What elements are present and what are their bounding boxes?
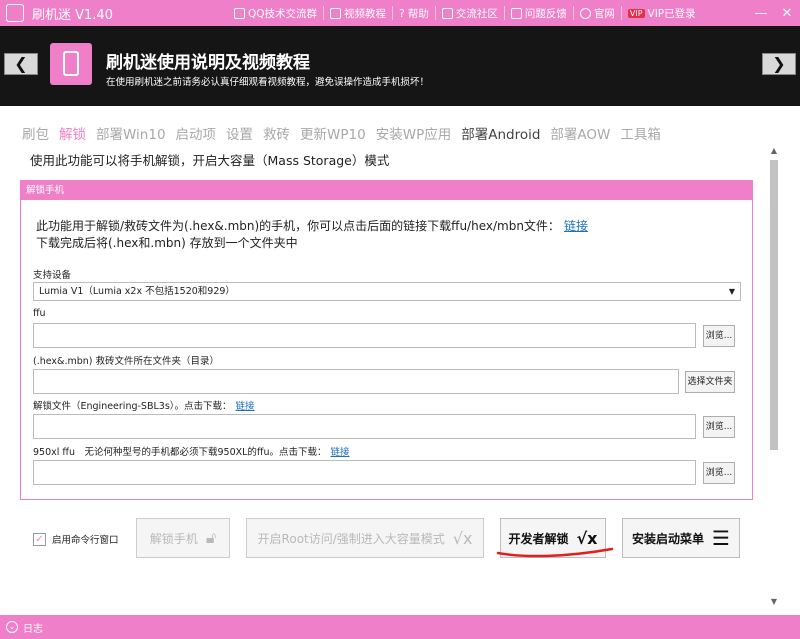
folder-label: (.hex&.mbn) 救砖文件所在文件夹（目录） <box>33 356 220 367</box>
banner: ❮ 刷机迷使用说明及视频教程 在使用刷机迷之前请务必认真仔细观看视频教程，避免误… <box>0 26 800 106</box>
ffu950-link[interactable]: 链接 <box>330 447 349 458</box>
title-bar: 刷机迷 V1.40 QQ技术交流群 视频教程 ? 帮助 交流社区 问题反馈 官网 … <box>0 0 800 26</box>
log-toggle[interactable]: 日志 <box>23 620 43 635</box>
qq-icon <box>234 7 245 19</box>
tab-rescue[interactable]: 救砖 <box>263 123 290 143</box>
red-annotation-underline <box>496 547 614 558</box>
prev-arrow-button[interactable]: ❮ <box>4 53 38 75</box>
tab-update-wp10[interactable]: 更新WP10 <box>300 123 366 143</box>
globe-icon <box>579 7 591 19</box>
unlock-file-link[interactable]: 链接 <box>236 401 255 412</box>
tab-flash[interactable]: 刷包 <box>22 123 49 143</box>
top-menu: QQ技术交流群 视频教程 ? 帮助 交流社区 问题反馈 官网 VIP VIP已登录 <box>228 0 702 26</box>
tab-deploy-aow[interactable]: 部署AOW <box>550 123 610 143</box>
minimize-button[interactable]: — <box>748 6 774 21</box>
ffu-browse-button[interactable]: 浏览... <box>703 325 735 347</box>
vip-icon: VIP <box>627 8 645 18</box>
cmd-window-option[interactable]: ✓ 启用命令行窗口 <box>33 532 119 546</box>
unlock-phone-button[interactable]: 解锁手机 🔓︎ <box>136 518 230 558</box>
phone-icon <box>50 43 92 85</box>
ffu950-label: 950xl ffu 无论何种型号的手机都必须下载950XL的ffu。点击下载：链… <box>33 447 350 458</box>
window-title: 刷机迷 V1.40 <box>32 7 113 23</box>
cmd-window-checkbox[interactable]: ✓ <box>33 532 46 546</box>
choose-folder-button[interactable]: 选择文件夹 <box>685 371 735 393</box>
banner-title: 刷机迷使用说明及视频教程 <box>106 53 310 73</box>
status-bar: ⌄ 日志 <box>0 615 800 639</box>
tab-install-wp-app[interactable]: 安装WP应用 <box>376 123 452 143</box>
ffu-path-input[interactable] <box>33 323 696 348</box>
app-icon <box>6 4 24 22</box>
device-label: 支持设备 <box>33 270 72 281</box>
menu-qq-group[interactable]: QQ技术交流群 <box>228 6 323 20</box>
scroll-up-icon[interactable]: ▲ <box>766 146 782 155</box>
next-arrow-button[interactable]: ❯ <box>762 53 796 75</box>
tab-bar: 刷包 解锁 部署Win10 启动项 设置 救砖 更新WP10 安装WP应用 部署… <box>22 123 671 143</box>
menu-video-tutorial[interactable]: 视频教程 <box>323 6 392 20</box>
vertical-scrollbar[interactable]: ▲ ▼ <box>766 146 782 606</box>
tab-settings[interactable]: 设置 <box>226 123 253 143</box>
banner-subtitle: 在使用刷机迷之前请务必认真仔细观看视频教程，避免误操作造成手机损坏！ <box>106 77 430 88</box>
chevron-down-icon: ▼ <box>728 287 735 296</box>
tab-boot-items[interactable]: 启动项 <box>176 123 217 143</box>
unlock-file-input[interactable] <box>33 414 696 439</box>
menu-feedback[interactable]: 问题反馈 <box>503 6 573 20</box>
ffu-label: ffu <box>33 308 46 319</box>
device-select[interactable]: Lumia V1（Lumia x2x 不包括1520和929） ▼ <box>33 282 741 301</box>
group-header: 解锁手机 <box>21 181 752 200</box>
window-controls: — ✕ <box>748 0 800 26</box>
tab-toolbox[interactable]: 工具箱 <box>620 123 661 143</box>
tab-deploy-android[interactable]: 部署Android <box>461 123 540 143</box>
download-link[interactable]: 链接 <box>564 219 588 233</box>
ffu950-input[interactable] <box>33 460 696 485</box>
ffu950-browse-button[interactable]: 浏览... <box>703 462 735 484</box>
tab-unlock[interactable]: 解锁 <box>59 123 86 143</box>
menu-website[interactable]: 官网 <box>572 6 621 20</box>
video-icon <box>330 7 342 19</box>
unlock-group: 解锁手机 此功能用于解锁/救砖文件为(.hex&.mbn)的手机，你可以点击后面… <box>20 180 753 500</box>
scroll-thumb[interactable] <box>770 160 778 450</box>
menu-vip-login[interactable]: VIP VIP已登录 <box>620 6 702 20</box>
info-line-2: 下载完成后将(.hex和.mbn) 存放到一个文件夹中 <box>36 236 298 250</box>
install-boot-menu-button[interactable]: 安装启动菜单 ☰ <box>622 518 740 558</box>
chat-icon <box>441 7 453 19</box>
checkmark-x-icon: √x <box>452 528 473 548</box>
help-icon: ? <box>399 6 405 20</box>
unlock-file-browse-button[interactable]: 浏览... <box>703 416 735 438</box>
feedback-icon <box>510 7 522 19</box>
chevron-down-icon[interactable]: ⌄ <box>6 621 18 633</box>
menu-help[interactable]: ? 帮助 <box>392 6 435 20</box>
folder-path-input[interactable] <box>33 369 679 394</box>
info-line-1: 此功能用于解锁/救砖文件为(.hex&.mbn)的手机，你可以点击后面的链接下载… <box>36 219 588 233</box>
root-access-button[interactable]: 开启Root访问/强制进入大容量模式 √x <box>246 518 484 558</box>
unlock-file-label: 解锁文件（Engineering-SBL3s）。点击下载： 链接 <box>33 401 255 412</box>
list-icon: ☰ <box>712 526 730 550</box>
cmd-window-label: 启用命令行窗口 <box>52 535 119 546</box>
scroll-down-icon[interactable]: ▼ <box>766 597 782 606</box>
tab-deploy-win10[interactable]: 部署Win10 <box>96 123 166 143</box>
close-button[interactable]: ✕ <box>774 6 800 21</box>
page-description: 使用此功能可以将手机解锁，开启大容量（Mass Storage）模式 <box>30 153 390 168</box>
menu-community[interactable]: 交流社区 <box>434 6 504 20</box>
padlock-icon: 🔓︎ <box>205 528 217 547</box>
